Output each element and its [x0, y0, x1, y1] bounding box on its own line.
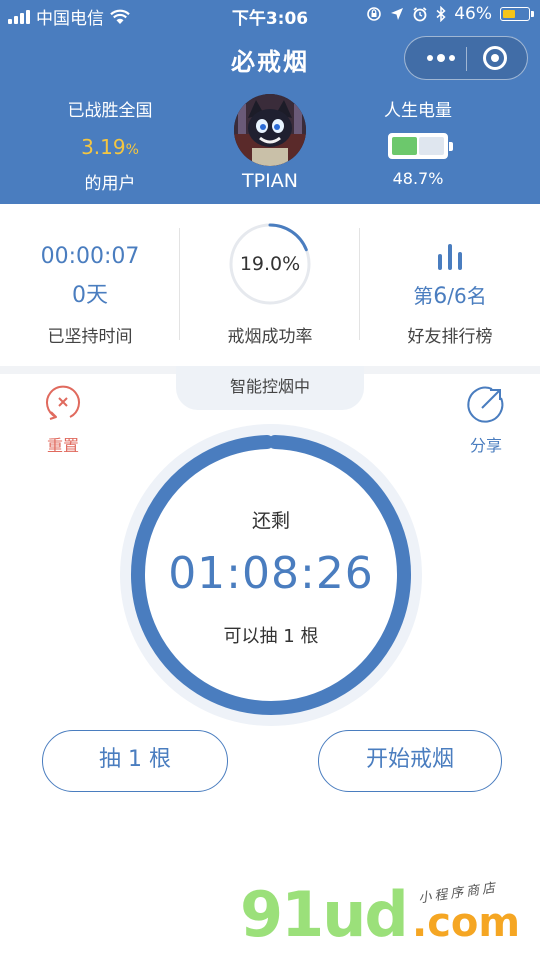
- energy-value: 48.7%: [392, 169, 444, 188]
- share-button[interactable]: 分享: [460, 384, 512, 456]
- share-icon: [467, 386, 504, 423]
- watermark-suffix: .com: [412, 900, 521, 946]
- smoke-one-button[interactable]: 抽 1 根: [42, 730, 228, 792]
- avatar[interactable]: [234, 94, 306, 166]
- more-icon[interactable]: [419, 43, 463, 73]
- rank-text: 第6/6名: [360, 280, 540, 309]
- status-right: 46%: [366, 4, 534, 24]
- success-label: 戒烟成功率: [227, 327, 313, 347]
- start-quit-button[interactable]: 开始戒烟: [318, 730, 502, 792]
- reset-icon: [46, 385, 80, 420]
- rank-total: /6名: [447, 284, 487, 308]
- beat-label: 已战胜全国: [67, 101, 153, 121]
- mode-tab: 智能控烟中: [176, 366, 364, 410]
- elapsed-card: 00:00:07 0天 已坚持时间: [0, 204, 180, 364]
- watermark-main: 91ud: [240, 878, 409, 951]
- share-label: 分享: [469, 436, 502, 455]
- elapsed-time: 00:00:07: [40, 244, 140, 269]
- avatar-image: [234, 94, 306, 166]
- alarm-icon: [413, 7, 427, 22]
- watermark: 91ud .com 小程序商店: [240, 880, 540, 960]
- allow-text: 可以抽 1 根: [223, 626, 319, 647]
- close-miniprogram-icon[interactable]: [483, 46, 507, 70]
- beat-value: 3.19: [81, 135, 126, 159]
- beat-unit: %: [125, 142, 139, 158]
- remain-label: 还剩: [251, 510, 290, 532]
- success-card[interactable]: 19.0% 戒烟成功率: [180, 204, 360, 364]
- elapsed-days: 0天: [72, 283, 108, 308]
- lock-rotation-icon: [367, 7, 382, 21]
- capsule-divider: [466, 47, 467, 71]
- bluetooth-icon: [436, 6, 446, 22]
- elapsed-label: 已坚持时间: [47, 327, 133, 347]
- reset-button[interactable]: 重置: [38, 384, 88, 456]
- stats-row: 00:00:07 0天 已坚持时间 19.0% 戒烟成功率 第6/6名 好友排行…: [0, 204, 540, 364]
- energy-battery-fill: [392, 137, 417, 155]
- reset-label: 重置: [46, 436, 79, 455]
- beat-value-wrap: 3.19%: [40, 135, 180, 159]
- energy-stat: 人生电量 48.7%: [348, 96, 488, 188]
- energy-label: 人生电量: [384, 101, 452, 121]
- battery-icon: [500, 7, 534, 21]
- rank-value: 6: [433, 284, 448, 309]
- ranking-card[interactable]: 第6/6名 好友排行榜: [360, 204, 540, 364]
- energy-battery-icon: [388, 133, 453, 159]
- ranking-label: 好友排行榜: [407, 327, 493, 347]
- location-icon: [391, 8, 404, 20]
- battery-percent: 46%: [454, 4, 492, 24]
- miniprogram-capsule: [404, 36, 528, 80]
- rank-prefix: 第: [413, 284, 434, 308]
- status-bar: 中国电信 下午3:06 46%: [0, 0, 540, 30]
- bar-chart-icon: [438, 244, 462, 270]
- success-rate: 19.0%: [239, 253, 301, 275]
- header: 中国电信 下午3:06 46% 必戒烟 已战胜全国 3.19% 的用户 TPIA…: [0, 0, 540, 204]
- success-ring: 19.0%: [228, 222, 312, 306]
- energy-battery-empty: [419, 137, 444, 155]
- remain-time: 01:08:26: [168, 548, 374, 599]
